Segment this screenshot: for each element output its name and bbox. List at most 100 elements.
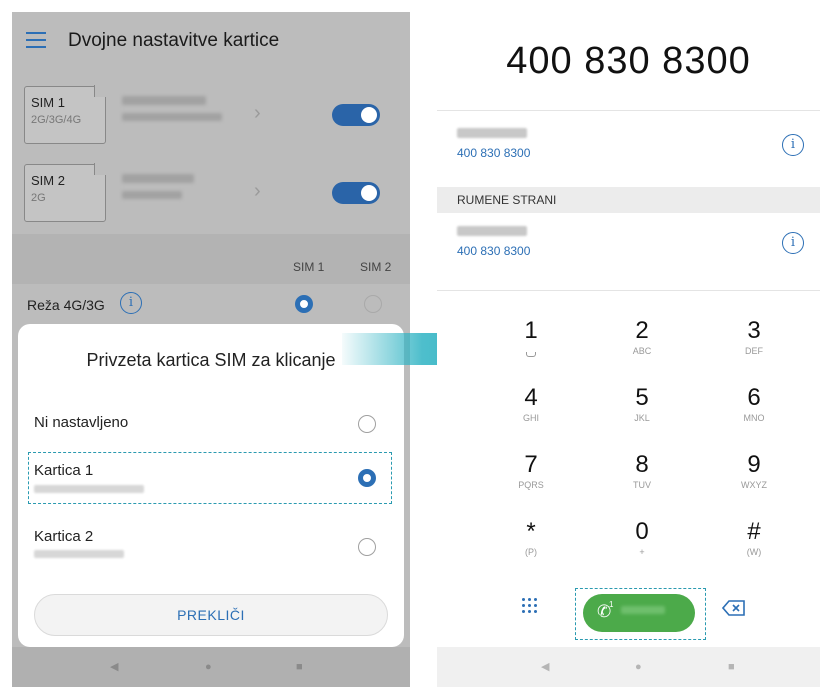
back-icon[interactable]: ◀ [110, 661, 118, 673]
key-digit: 6 [747, 384, 761, 411]
sim-indicator: 1 [609, 600, 614, 609]
cancel-button[interactable]: PREKLIČI [34, 594, 388, 636]
key-digit: # [747, 518, 761, 545]
key-digit: 7 [524, 451, 538, 478]
sim2-network: 2G [31, 192, 46, 204]
sim1-row[interactable]: SIM 1 2G/3G/4G › [12, 80, 410, 150]
key-digit: * [526, 518, 536, 545]
contact-number: 400 830 8300 [457, 244, 531, 258]
sim2-row[interactable]: SIM 2 2G › [12, 158, 410, 228]
contact-suggestion[interactable]: 400 830 8300 i [437, 122, 820, 178]
page-title: Dvojne nastavitve kartice [68, 30, 280, 51]
sim2-toggle[interactable] [332, 182, 380, 204]
key-6[interactable]: 6 MNO [724, 384, 784, 424]
home-icon[interactable]: ● [635, 661, 642, 673]
key-letters: (W) [746, 547, 762, 557]
home-icon[interactable]: ● [205, 661, 212, 673]
contact-number: 400 830 8300 [457, 146, 531, 160]
key-0[interactable]: 0 + [612, 518, 672, 558]
divider [437, 110, 820, 111]
key-digit: 5 [635, 384, 649, 411]
back-icon[interactable]: ◀ [541, 661, 549, 673]
option-not-set[interactable]: Ni nastavljeno [18, 394, 404, 454]
key-8[interactable]: 8 TUV [612, 451, 672, 491]
sim1-label: SIM 1 [31, 95, 65, 110]
sim2-label: SIM 2 [31, 173, 65, 188]
option-card2[interactable]: Kartica 2 [18, 520, 404, 580]
key-2[interactable]: 2 ABC [612, 317, 672, 357]
yellow-pages-result[interactable]: 400 830 8300 i [437, 220, 820, 276]
dialer-screen: 400 830 8300 400 830 8300 i RUMENE STRAN… [437, 12, 820, 687]
key-letters: DEF [745, 346, 763, 356]
contact-name-blurred [457, 128, 527, 138]
option-label: Kartica 2 [34, 528, 94, 545]
key-letters: MNO [743, 413, 765, 423]
key-digit: 2 [635, 317, 649, 344]
dialpad-icon[interactable] [522, 598, 538, 614]
navigation-bar: ◀ ● ■ [437, 647, 820, 687]
sim1-toggle[interactable] [332, 104, 380, 126]
sim1-network: 2G/3G/4G [31, 114, 82, 126]
key-letters: GHI [522, 413, 539, 423]
key-7[interactable]: 7 PQRS [501, 451, 561, 491]
key-letters: WXYZ [741, 480, 767, 490]
sim2-card-icon: SIM 2 2G [24, 164, 106, 222]
option-not-set-radio[interactable] [358, 415, 376, 433]
key-digit: 4 [524, 384, 538, 411]
key-digit: 0 [635, 518, 649, 545]
section-divider [12, 234, 410, 284]
key-digit: 1 [524, 317, 538, 344]
key-hash[interactable]: # (W) [724, 518, 784, 558]
key-5[interactable]: 5 JKL [612, 384, 672, 424]
network-slot-label: Reža 4G/3G [27, 297, 105, 313]
key-9[interactable]: 9 WXYZ [724, 451, 784, 491]
key-letters: PQRS [518, 480, 544, 490]
card1-number-blurred [34, 485, 144, 493]
sim2-operator-blurred [122, 174, 194, 183]
network-sim1-radio[interactable] [295, 295, 313, 313]
column-header-sim2: SIM 2 [360, 260, 392, 274]
key-3[interactable]: 3 DEF [724, 317, 784, 357]
dialed-number: 400 830 8300 [506, 40, 751, 82]
settings-header: Dvojne nastavitve kartice [12, 12, 410, 70]
backspace-icon[interactable] [722, 600, 746, 616]
divider [437, 290, 820, 291]
key-4[interactable]: 4 GHI [501, 384, 561, 424]
info-icon[interactable]: i [782, 232, 804, 254]
voicemail-icon [526, 352, 536, 357]
option-card1[interactable]: Kartica 1 [18, 452, 404, 512]
column-header-sim1: SIM 1 [293, 260, 325, 274]
call-button[interactable]: ✆ 1 [583, 594, 695, 632]
network-sim2-radio[interactable] [364, 295, 382, 313]
key-letters: TUV [633, 480, 651, 490]
card2-number-blurred [34, 550, 124, 558]
option-card1-radio[interactable] [358, 469, 376, 487]
key-star[interactable]: * (P) [501, 518, 561, 558]
key-letters: (P) [525, 547, 537, 557]
option-card2-radio[interactable] [358, 538, 376, 556]
contact-name-blurred [457, 226, 527, 236]
info-icon[interactable]: i [120, 292, 142, 314]
carrier-name-blurred [621, 606, 665, 614]
sim1-card-icon: SIM 1 2G/3G/4G [24, 86, 106, 144]
chevron-right-icon: › [254, 102, 261, 124]
info-icon[interactable]: i [782, 134, 804, 156]
key-digit: 3 [747, 317, 761, 344]
menu-icon[interactable] [26, 32, 46, 48]
key-digit: 8 [635, 451, 649, 478]
option-label: Ni nastavljeno [34, 414, 129, 431]
key-letters: + [639, 547, 645, 557]
sim1-operator-blurred [122, 96, 206, 105]
option-label: Kartica 1 [34, 462, 94, 479]
key-letters: ABC [632, 346, 652, 356]
sim2-number-blurred [122, 191, 182, 199]
key-1[interactable]: 1 [501, 318, 561, 362]
recent-apps-icon[interactable]: ■ [296, 661, 303, 673]
key-letters: JKL [634, 413, 650, 423]
navigation-bar: ◀ ● ■ [12, 647, 410, 687]
recent-apps-icon[interactable]: ■ [728, 661, 735, 673]
chevron-right-icon: › [254, 180, 261, 202]
section-header: RUMENE STRANI [437, 187, 820, 213]
sim1-number-blurred [122, 113, 222, 121]
key-digit: 9 [747, 451, 761, 478]
